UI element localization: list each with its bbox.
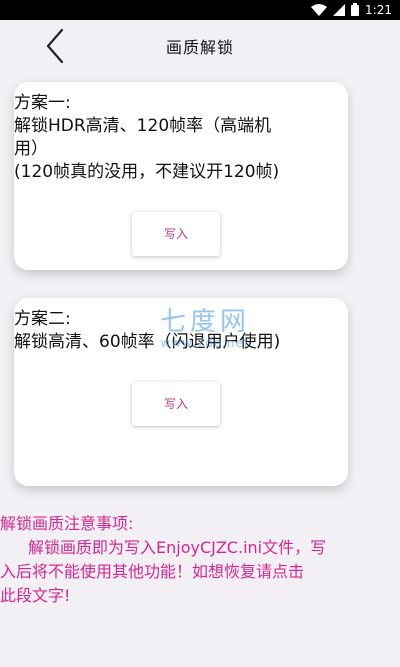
plan-1-line: 方案一:: [14, 93, 71, 113]
notice-text[interactable]: 解锁画质注意事项: 解锁画质即为写入EnjoyCJZC.ini文件，写 入后将不…: [0, 512, 398, 608]
wifi-icon: [311, 1, 328, 20]
plan-2-line: 方案二:: [14, 309, 71, 329]
status-icons: 1:21: [311, 2, 392, 18]
notice-body-line: 解锁画质即为写入EnjoyCJZC.ini文件，写: [28, 538, 327, 557]
signal-icon: [333, 1, 346, 20]
plan-2-write-button[interactable]: 写入: [132, 382, 220, 426]
plan-1-text: 方案一: 解锁HDR高清、120帧率（高端机 用） (120帧真的没用，不建议开…: [14, 92, 344, 184]
battery-icon: [351, 1, 360, 20]
status-bar: 1:21: [0, 0, 400, 20]
notice-body-line: 入后将不能使用其他功能！如想恢复请点击: [0, 562, 305, 581]
status-time: 1:21: [365, 3, 392, 17]
header: 画质解锁: [0, 20, 400, 72]
page-title: 画质解锁: [165, 38, 234, 57]
notice-title: 解锁画质注意事项:: [0, 514, 134, 533]
plan-2-line: 解锁高清、60帧率（闪退用户使用): [14, 332, 281, 352]
plan-1-line: (120帧真的没用，不建议开120帧): [14, 162, 280, 182]
plan-card-2: 方案二: 解锁高清、60帧率（闪退用户使用) 写入: [14, 298, 348, 486]
plan-1-line: 解锁HDR高清、120帧率（高端机: [14, 116, 272, 136]
plan-2-text: 方案二: 解锁高清、60帧率（闪退用户使用): [14, 308, 344, 354]
plan-1-write-button[interactable]: 写入: [132, 212, 220, 256]
plan-1-line: 用）: [14, 139, 48, 159]
plan-card-1: 方案一: 解锁HDR高清、120帧率（高端机 用） (120帧真的没用，不建议开…: [14, 82, 348, 270]
notice-body-line: 此段文字!: [0, 586, 71, 605]
